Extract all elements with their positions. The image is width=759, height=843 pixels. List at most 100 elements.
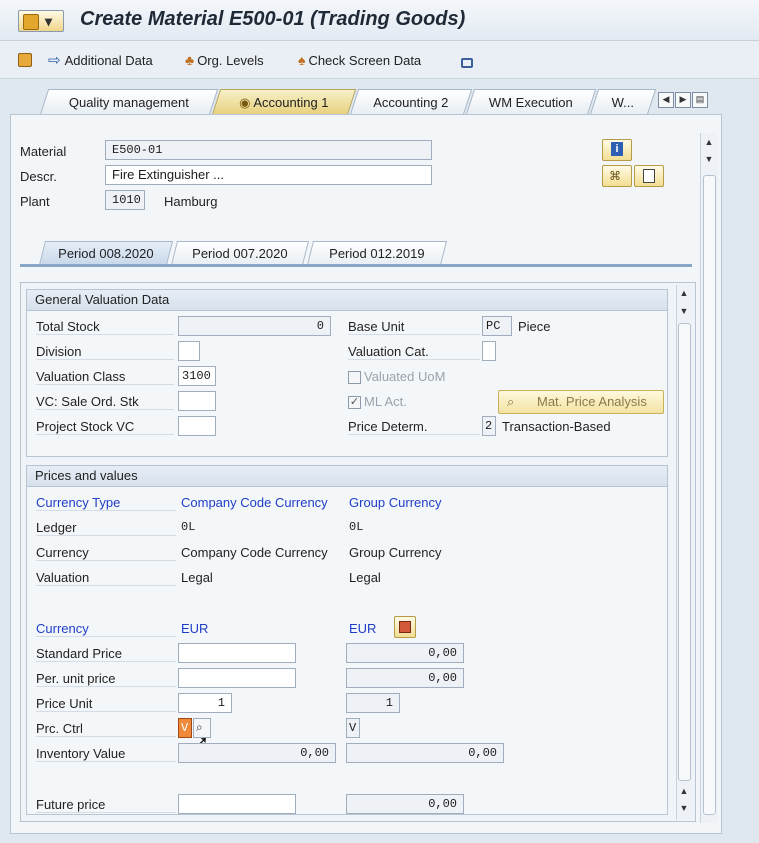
plant-name: Hamburg bbox=[164, 194, 218, 209]
valuation-class-label: Valuation Class bbox=[36, 369, 174, 385]
total-stock-label: Total Stock bbox=[36, 319, 174, 335]
scroll-up-icon[interactable]: ▲ bbox=[678, 785, 690, 797]
price-determ-field[interactable]: 2 bbox=[482, 416, 496, 436]
project-stock-vc-label: Project Stock VC bbox=[36, 419, 174, 435]
tab-label: WM Execution bbox=[488, 95, 573, 110]
ledger-cc-value: 0L bbox=[181, 520, 196, 534]
org-levels-small-button[interactable]: ⌘ bbox=[602, 165, 632, 187]
scroll-down-icon[interactable]: ▼ bbox=[703, 153, 715, 165]
org-levels-button[interactable]: ♣ Org. Levels bbox=[185, 51, 264, 69]
price-unit-gc-field[interactable]: 1 bbox=[346, 693, 400, 713]
base-unit-field[interactable]: PC bbox=[482, 316, 512, 336]
general-valuation-header: General Valuation Data bbox=[27, 290, 667, 311]
project-stock-vc-field[interactable] bbox=[178, 416, 216, 436]
scroll-up-icon[interactable]: ▲ bbox=[703, 136, 715, 148]
tab-scroll-right-icon[interactable]: ▶ bbox=[675, 92, 691, 108]
inventory-value-gc-field[interactable]: 0,00 bbox=[346, 743, 504, 763]
vc-sale-ord-stk-field[interactable] bbox=[178, 391, 216, 411]
descr-label: Descr. bbox=[20, 169, 57, 184]
org-levels-icon: ♣ bbox=[185, 52, 195, 68]
currency-conversion-icon bbox=[399, 621, 411, 633]
tab-scroll-left-icon[interactable]: ◀ bbox=[658, 92, 674, 108]
valuated-uom-checkbox[interactable] bbox=[348, 371, 361, 384]
mat-price-analysis-button[interactable]: ⌕ Mat. Price Analysis bbox=[498, 390, 664, 414]
material-field[interactable]: E500-01 bbox=[105, 140, 432, 160]
division-field[interactable] bbox=[178, 341, 200, 361]
ledger-gc-value: 0L bbox=[349, 520, 364, 534]
prices-values-header: Prices and values bbox=[27, 466, 667, 487]
price-unit-cc-field[interactable]: 1 bbox=[178, 693, 232, 713]
ml-act-checkbox[interactable]: ✓ bbox=[348, 396, 361, 409]
valuation-cc-value: Legal bbox=[181, 570, 213, 585]
tab-period-012-2019[interactable]: Period 012.2019 bbox=[307, 241, 447, 265]
org-levels-label: Org. Levels bbox=[197, 52, 264, 68]
vc-sale-ord-stk-label: VC: Sale Ord. Stk bbox=[36, 394, 174, 410]
currency-row-label: Currency bbox=[36, 545, 176, 561]
per-unit-price-cc-field[interactable] bbox=[178, 668, 296, 688]
tab-more[interactable]: W... bbox=[589, 89, 657, 115]
lock-icon bbox=[461, 58, 473, 68]
valuation-class-field[interactable]: 3100 bbox=[178, 366, 216, 386]
tab-label: W... bbox=[611, 95, 635, 110]
price-determ-text: Transaction-Based bbox=[502, 419, 611, 434]
standard-price-cc-field[interactable] bbox=[178, 643, 296, 663]
tab-accounting-1[interactable]: ◉ Accounting 1 bbox=[211, 89, 357, 115]
valuation-cat-field[interactable] bbox=[482, 341, 496, 361]
tab-list-icon[interactable]: ▤ bbox=[692, 92, 708, 108]
standard-price-gc-field[interactable]: 0,00 bbox=[346, 643, 464, 663]
tab-label: ◉ Accounting 1 bbox=[217, 90, 351, 115]
additional-data-label: Additional Data bbox=[64, 52, 153, 68]
valuation-label: Valuation bbox=[36, 570, 176, 586]
window-title: Create Material E500-01 (Trading Goods) bbox=[80, 8, 466, 30]
tab-label-text: Accounting 1 bbox=[253, 95, 329, 110]
info-button[interactable]: i bbox=[602, 139, 632, 161]
check-screen-data-button[interactable]: ♠ Check Screen Data bbox=[298, 51, 421, 69]
lock-button[interactable] bbox=[461, 51, 473, 69]
group-currency-header: Group Currency bbox=[349, 495, 442, 510]
period-tab-label: Period 007.2020 bbox=[192, 246, 288, 261]
dropdown-icon: ▾ bbox=[45, 13, 53, 29]
tab-label: Accounting 2 bbox=[373, 95, 449, 110]
currency2-label: Currency bbox=[36, 621, 176, 637]
per-unit-price-gc-field[interactable]: 0,00 bbox=[346, 668, 464, 688]
material-label: Material bbox=[20, 144, 67, 159]
period-tab-underline bbox=[20, 264, 692, 267]
document-button[interactable] bbox=[634, 165, 664, 187]
future-price-gc-field[interactable]: 0,00 bbox=[346, 794, 464, 814]
base-unit-text: Piece bbox=[518, 319, 551, 334]
check-screen-icon: ♠ bbox=[298, 52, 306, 68]
additional-data-button[interactable]: ⇨ Additional Data bbox=[48, 51, 153, 69]
document-icon bbox=[643, 169, 655, 183]
company-code-currency-header: Company Code Currency bbox=[181, 495, 328, 510]
inventory-value-cc-field[interactable]: 0,00 bbox=[178, 743, 336, 763]
scroll-up-icon[interactable]: ▲ bbox=[678, 287, 690, 299]
base-unit-label: Base Unit bbox=[348, 319, 480, 335]
total-stock-field[interactable]: 0 bbox=[178, 316, 331, 336]
tab-period-008-2020[interactable]: Period 008.2020 bbox=[39, 241, 173, 265]
sap-menu-button[interactable]: ▾ bbox=[18, 10, 64, 32]
per-unit-price-label: Per. unit price bbox=[36, 671, 176, 687]
tab-wm-execution[interactable]: WM Execution bbox=[465, 89, 597, 115]
display-change-button[interactable] bbox=[18, 51, 36, 69]
tab-quality-management[interactable]: Quality management bbox=[39, 89, 219, 115]
currency-gc-value: Group Currency bbox=[349, 545, 442, 560]
price-control-gc-field[interactable]: V bbox=[346, 718, 360, 738]
main-scrollbar[interactable]: ▲ ▼ bbox=[700, 133, 718, 823]
scroll-down-icon[interactable]: ▼ bbox=[678, 305, 690, 317]
price-determ-label: Price Determ. bbox=[348, 419, 480, 435]
scroll-thumb[interactable] bbox=[703, 175, 716, 815]
inventory-value-label: Inventory Value bbox=[36, 746, 176, 762]
ml-act-label: ML Act. bbox=[364, 394, 407, 409]
price-control-cc-field[interactable]: V bbox=[178, 718, 192, 738]
inner-scrollbar[interactable]: ▲ ▼ ▲ ▼ bbox=[676, 285, 692, 820]
tab-accounting-2[interactable]: Accounting 2 bbox=[349, 89, 473, 115]
currency2-gc-value: EUR bbox=[349, 621, 377, 636]
plant-field[interactable]: 1010 bbox=[105, 190, 145, 210]
tab-period-007-2020[interactable]: Period 007.2020 bbox=[171, 241, 309, 265]
scroll-down-icon[interactable]: ▼ bbox=[678, 802, 690, 814]
description-field[interactable]: Fire Extinguisher ... bbox=[105, 165, 432, 185]
currency-conversion-button[interactable] bbox=[394, 616, 416, 638]
scroll-thumb[interactable] bbox=[678, 323, 691, 781]
valuation-cat-label: Valuation Cat. bbox=[348, 344, 480, 360]
future-price-cc-field[interactable] bbox=[178, 794, 296, 814]
